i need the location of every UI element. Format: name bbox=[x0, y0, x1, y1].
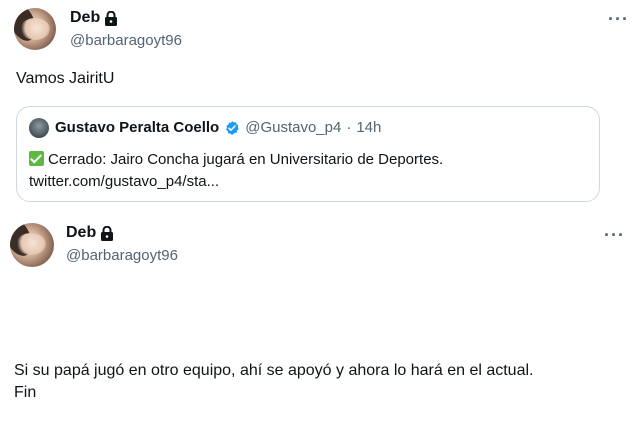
tweet-2: Deb @barbaragoyt96 ··· Si su papá jugó e… bbox=[0, 210, 640, 424]
display-name[interactable]: Deb bbox=[70, 9, 118, 27]
quote-display-name[interactable]: Gustavo Peralta Coello bbox=[55, 119, 219, 136]
display-name[interactable]: Deb bbox=[66, 224, 114, 242]
quote-time[interactable]: 14h bbox=[356, 119, 381, 136]
display-name-text: Deb bbox=[70, 9, 101, 26]
tweet-text-line-1: Si su papá jugó en otro equipo, ahí se a… bbox=[14, 362, 534, 379]
tweet-text: Vamos JairitU bbox=[16, 70, 115, 87]
more-options-icon[interactable]: ··· bbox=[604, 226, 625, 244]
handle[interactable]: @barbaragoyt96 bbox=[70, 32, 182, 49]
quoted-tweet[interactable]: Gustavo Peralta Coello @Gustavo_p4 · 14h… bbox=[16, 106, 600, 202]
quote-header: Gustavo Peralta Coello @Gustavo_p4 · 14h bbox=[55, 119, 381, 136]
lock-icon bbox=[101, 225, 114, 241]
quote-handle[interactable]: @Gustavo_p4 bbox=[245, 119, 341, 136]
verified-badge-icon bbox=[226, 120, 239, 135]
check-mark-icon bbox=[29, 151, 44, 166]
tweet-text: Si su papá jugó en otro equipo, ahí se a… bbox=[14, 360, 533, 404]
tweet-text-line-2: Fin bbox=[14, 384, 37, 401]
lock-icon bbox=[105, 10, 118, 26]
tweet-1: Deb @barbaragoyt96 ··· Vamos JairitU Gus… bbox=[0, 0, 640, 210]
avatar[interactable] bbox=[14, 8, 56, 50]
quote-text-body: Cerrado: Jairo Concha jugará en Universi… bbox=[48, 151, 444, 168]
quote-text: Cerrado: Jairo Concha jugará en Universi… bbox=[29, 149, 443, 193]
quote-avatar[interactable] bbox=[29, 118, 49, 138]
quote-separator: · bbox=[346, 119, 352, 136]
display-name-text: Deb bbox=[66, 224, 97, 241]
quote-link[interactable]: twitter.com/gustavo_p4/sta... bbox=[29, 173, 219, 190]
handle[interactable]: @barbaragoyt96 bbox=[66, 247, 178, 264]
more-options-icon[interactable]: ··· bbox=[608, 10, 629, 28]
avatar[interactable] bbox=[10, 223, 54, 267]
